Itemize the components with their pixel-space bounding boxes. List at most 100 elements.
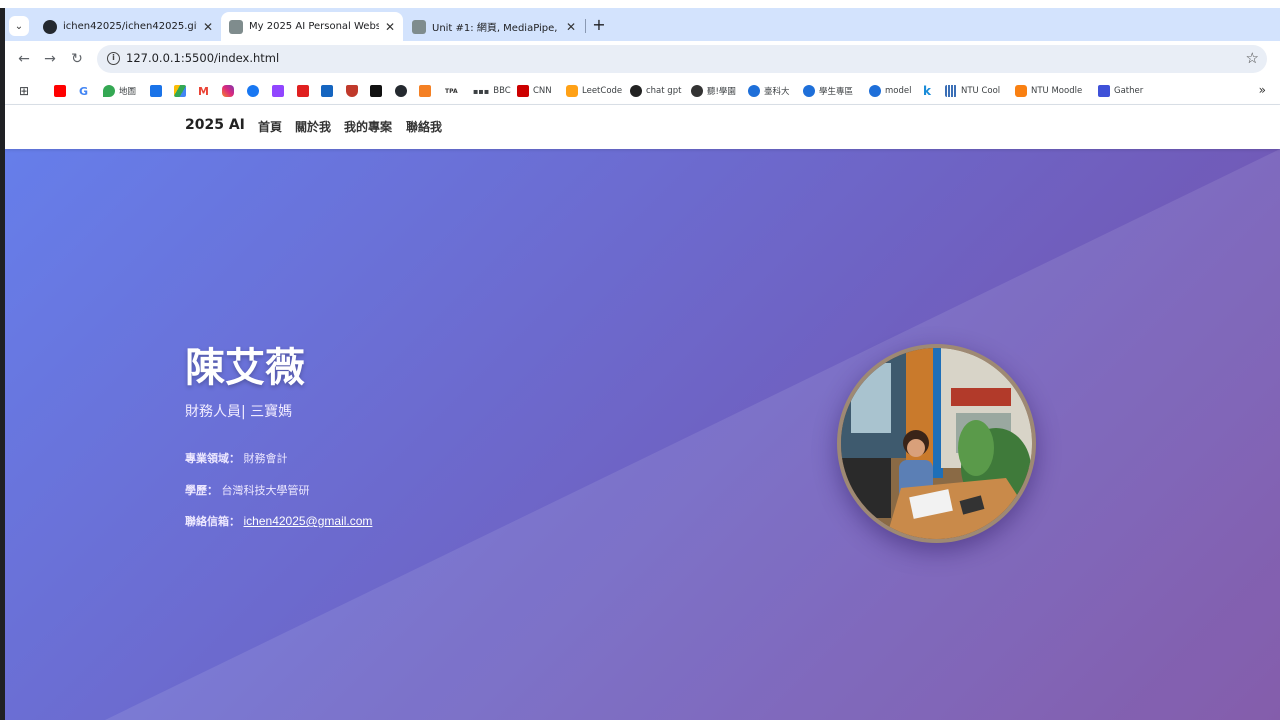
site-favicon-icon bbox=[412, 19, 426, 34]
tab-divider bbox=[585, 19, 586, 33]
tab-title: My 2025 AI Personal Website bbox=[249, 21, 379, 32]
gather-icon bbox=[1098, 85, 1110, 97]
bookmark-gather[interactable]: Gather bbox=[1098, 83, 1143, 99]
google-icon: G bbox=[79, 84, 89, 98]
close-icon[interactable]: ✕ bbox=[385, 20, 395, 34]
browser-window: ⌄ ichen42025/ichen42025.github.io ✕ My 2… bbox=[5, 8, 1280, 720]
cnn-icon bbox=[517, 85, 529, 97]
browser-toolbar: ← → ↻ i 127.0.0.1:5500/index.html ☆ bbox=[5, 41, 1280, 77]
nav-contact[interactable]: 聯絡我 bbox=[406, 118, 442, 135]
bookmark-instagram[interactable] bbox=[222, 83, 238, 99]
github-icon bbox=[395, 85, 407, 97]
github-icon bbox=[43, 19, 57, 34]
bookmark-google[interactable]: G bbox=[79, 83, 88, 99]
chatgpt-icon bbox=[630, 85, 642, 97]
tiktok-icon bbox=[370, 85, 382, 97]
chevron-right-double-icon[interactable]: » bbox=[1259, 83, 1266, 97]
email-link[interactable]: ichen42025@gmail.com bbox=[244, 514, 373, 528]
bookmark-red-app[interactable] bbox=[297, 83, 313, 99]
bookmark-facebook[interactable] bbox=[247, 83, 263, 99]
bookmark-github[interactable] bbox=[395, 83, 411, 99]
ntust-icon bbox=[803, 85, 815, 97]
shield-icon bbox=[346, 85, 358, 97]
site-brand[interactable]: 2025 AI bbox=[185, 117, 245, 133]
bookmark-calendar[interactable] bbox=[150, 83, 166, 99]
globe-icon bbox=[691, 85, 703, 97]
bookmark-blue-app[interactable] bbox=[321, 83, 337, 99]
reload-icon[interactable]: ↻ bbox=[68, 50, 86, 68]
site-navbar: 2025 AI 首頁 關於我 我的專案 聯絡我 bbox=[5, 105, 1280, 149]
tpa-icon: TPA bbox=[445, 87, 458, 95]
apps-grid-icon[interactable]: ⊞ bbox=[19, 83, 29, 99]
bookmark-cnn[interactable]: CNN bbox=[517, 83, 552, 99]
bbc-icon: ▪▪▪ bbox=[473, 86, 490, 96]
twitch-icon bbox=[272, 85, 284, 97]
bookmark-student-area[interactable]: 學生專區 bbox=[803, 83, 853, 99]
red-app-icon bbox=[297, 85, 309, 97]
map-pin-icon bbox=[103, 85, 115, 97]
bookmark-ntu-moodle[interactable]: NTU Moodle bbox=[1015, 83, 1082, 99]
window-top-edge bbox=[0, 0, 1280, 8]
facebook-icon bbox=[247, 85, 259, 97]
address-url[interactable]: 127.0.0.1:5500/index.html bbox=[126, 51, 279, 65]
bookmark-leetcode[interactable]: LeetCode bbox=[566, 83, 622, 99]
hero-section: 陳艾薇 財務人員| 三寶媽 專業領域： 財務會計 學歷： 台灣科技大學管研 聯絡… bbox=[5, 149, 1280, 720]
bookmark-bbc[interactable]: ▪▪▪ BBC bbox=[473, 83, 511, 99]
bookmark-ntust[interactable]: 臺科大 bbox=[748, 83, 790, 99]
close-icon[interactable]: ✕ bbox=[203, 20, 213, 34]
bookmark-gmail[interactable]: M bbox=[198, 83, 209, 99]
bookmark-tpa[interactable]: TPA bbox=[445, 83, 458, 99]
hero-subtitle: 財務人員| 三寶媽 bbox=[185, 404, 293, 420]
bookmark-shield[interactable] bbox=[346, 83, 362, 99]
back-arrow-icon[interactable]: ← bbox=[15, 50, 33, 68]
bookmark-model[interactable]: model bbox=[869, 83, 911, 99]
address-bar[interactable]: i 127.0.0.1:5500/index.html ☆ bbox=[97, 45, 1267, 73]
ntust-icon bbox=[748, 85, 760, 97]
tab-github[interactable]: ichen42025/ichen42025.github.io ✕ bbox=[35, 12, 221, 41]
tab-search-button[interactable]: ⌄ bbox=[9, 16, 29, 36]
hero-diagonal-overlay bbox=[105, 149, 1280, 720]
bookmark-tiktok[interactable] bbox=[370, 83, 386, 99]
info-education: 學歷： 台灣科技大學管研 bbox=[185, 484, 310, 497]
bookmark-youtube[interactable] bbox=[54, 83, 70, 99]
nav-home[interactable]: 首頁 bbox=[258, 118, 282, 135]
bookmark-drive[interactable] bbox=[174, 83, 190, 99]
k-icon: k bbox=[923, 84, 931, 98]
instagram-icon bbox=[222, 85, 234, 97]
bookmark-listen-school[interactable]: 聽!學園 bbox=[691, 83, 736, 99]
bookmark-twitch[interactable] bbox=[272, 83, 288, 99]
stackoverflow-icon bbox=[419, 85, 431, 97]
tab-title: Unit #1: 網頁, MediaPipe, 環境 - 翻 bbox=[432, 23, 560, 34]
bookmark-ntu-cool[interactable]: NTU Cool bbox=[945, 83, 1000, 99]
hero-name: 陳艾薇 bbox=[185, 345, 305, 391]
bookmark-stack[interactable] bbox=[419, 83, 435, 99]
close-icon[interactable]: ✕ bbox=[566, 20, 576, 34]
calendar-icon bbox=[150, 85, 162, 97]
tab-title: ichen42025/ichen42025.github.io bbox=[63, 21, 197, 32]
forward-arrow-icon[interactable]: → bbox=[41, 50, 59, 68]
tab-personal-website[interactable]: My 2025 AI Personal Website ✕ bbox=[221, 12, 403, 41]
tab-strip: ⌄ ichen42025/ichen42025.github.io ✕ My 2… bbox=[5, 8, 1280, 41]
new-tab-button[interactable]: + bbox=[589, 16, 609, 36]
drive-icon bbox=[174, 85, 186, 97]
leetcode-icon bbox=[566, 85, 578, 97]
bookmark-chatgpt[interactable]: chat gpt bbox=[630, 83, 681, 99]
youtube-icon bbox=[54, 85, 66, 97]
nav-about[interactable]: 關於我 bbox=[295, 118, 331, 135]
nav-projects[interactable]: 我的專案 bbox=[344, 118, 392, 135]
tab-unit-1[interactable]: Unit #1: 網頁, MediaPipe, 環境 - 翻 ✕ bbox=[404, 12, 584, 41]
blue-app-icon bbox=[321, 85, 333, 97]
moodle-icon bbox=[1015, 85, 1027, 97]
ntust-icon bbox=[869, 85, 881, 97]
info-field: 專業領域： 財務會計 bbox=[185, 452, 288, 465]
gmail-icon: M bbox=[198, 84, 209, 98]
site-info-icon[interactable]: i bbox=[107, 52, 120, 65]
site-favicon-icon bbox=[229, 19, 243, 34]
bookmark-k[interactable]: k bbox=[923, 83, 931, 99]
star-icon[interactable]: ☆ bbox=[1246, 49, 1259, 67]
info-email: 聯絡信箱： ichen42025@gmail.com bbox=[185, 514, 373, 528]
bookmarks-bar: ⊞ G 地圖 M TPA ▪▪▪ BBC CNN LeetCode chat gp… bbox=[5, 77, 1280, 105]
bookmark-maps[interactable]: 地圖 bbox=[103, 83, 136, 99]
chevron-down-icon: ⌄ bbox=[14, 20, 24, 32]
profile-photo bbox=[837, 344, 1036, 543]
